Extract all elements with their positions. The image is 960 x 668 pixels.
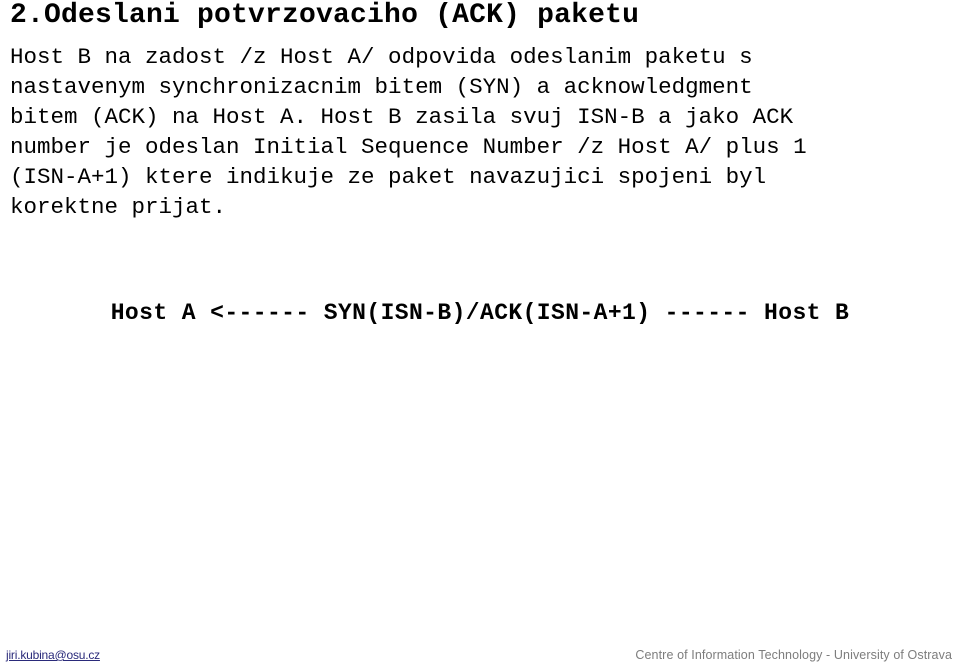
slide: 2.Odeslani potvrzovaciho (ACK) paketu Ho… — [0, 0, 960, 668]
body-line: Host B na zadost /z Host A/ odpovida ode… — [10, 44, 753, 70]
body-line: korektne prijat. — [10, 194, 227, 220]
body-line: nastavenym synchronizacnim bitem (SYN) a… — [10, 74, 753, 100]
packet-flow-diagram: Host A <------ SYN(ISN-B)/ACK(ISN-A+1) -… — [0, 298, 960, 328]
footer-organization-label: Centre of Information Technology - Unive… — [635, 648, 952, 662]
footer-email-link[interactable]: jiri.kubina@osu.cz — [6, 648, 100, 662]
body-line: (ISN-A+1) ktere indikuje ze paket navazu… — [10, 164, 767, 190]
body-line: bitem (ACK) na Host A. Host B zasila svu… — [10, 104, 794, 130]
slide-body: Host B na zadost /z Host A/ odpovida ode… — [10, 42, 950, 222]
slide-title: 2.Odeslani potvrzovaciho (ACK) paketu — [10, 0, 640, 31]
body-line: number je odeslan Initial Sequence Numbe… — [10, 134, 807, 160]
packet-flow-line: Host A <------ SYN(ISN-B)/ACK(ISN-A+1) -… — [110, 300, 850, 326]
slide-footer: jiri.kubina@osu.cz Centre of Information… — [0, 634, 960, 668]
